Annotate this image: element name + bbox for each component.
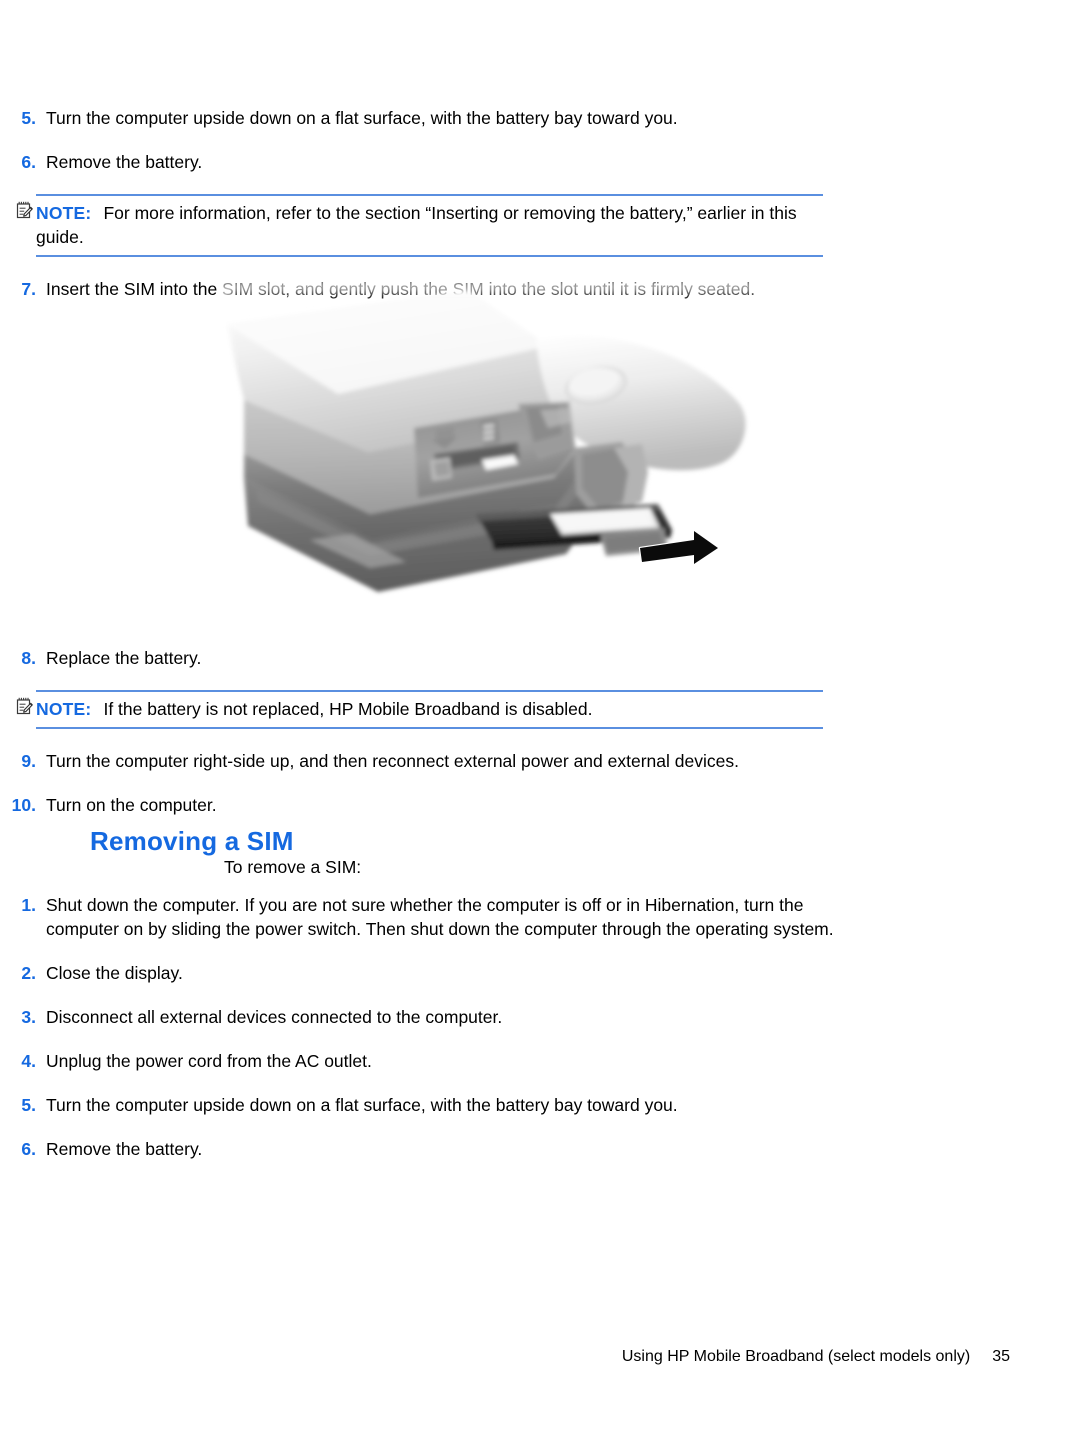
footer-chapter-title: Using HP Mobile Broadband (select models… <box>621 1348 971 1365</box>
note-box: NOTE: For more information, refer to the … <box>36 194 823 257</box>
step-number: 10. <box>11 795 36 815</box>
step-text: Turn the computer upside down on a flat … <box>46 108 678 128</box>
step-text: Replace the battery. <box>46 648 202 668</box>
step-number: 6. <box>21 1139 36 1159</box>
note-box: NOTE: If the battery is not replaced, HP … <box>36 690 823 729</box>
note-label: NOTE: <box>36 203 92 223</box>
note-text: For more information, refer to the secti… <box>36 203 797 247</box>
step-number: 5. <box>21 1095 36 1115</box>
inserting-steps-group-b: 8. Replace the battery. NOTE: If the bat… <box>0 646 1080 837</box>
note-icon-cell <box>0 194 36 219</box>
list-item: 3. Disconnect all external devices conne… <box>0 1005 1080 1029</box>
step-text: Shut down the computer. If you are not s… <box>46 895 834 939</box>
list-item: 6. Remove the battery. <box>0 1137 1080 1161</box>
note-text: If the battery is not replaced, HP Mobil… <box>103 699 593 719</box>
step-text: Unplug the power cord from the AC outlet… <box>46 1051 372 1071</box>
list-item: 2. Close the display. <box>0 961 1080 985</box>
step-text: Disconnect all external devices connecte… <box>46 1007 503 1027</box>
list-item: 6. Remove the battery. <box>0 150 1080 174</box>
list-item: 5. Turn the computer upside down on a fl… <box>0 1093 1080 1117</box>
document-page: 5. Turn the computer upside down on a fl… <box>0 0 1080 1437</box>
step-number: 7. <box>21 279 36 299</box>
step-number: 2. <box>21 963 36 983</box>
step-text: Remove the battery. <box>46 152 203 172</box>
note-label: NOTE: <box>36 699 92 719</box>
step-number: 4. <box>21 1051 36 1071</box>
step-text: Remove the battery. <box>46 1139 203 1159</box>
list-item: 10. Turn on the computer. <box>0 793 1080 817</box>
page-footer: Using HP Mobile Broadband (select models… <box>0 1348 1010 1366</box>
list-item: 5. Turn the computer upside down on a fl… <box>0 106 1080 130</box>
step-text: Close the display. <box>46 963 183 983</box>
intro-paragraph: To remove a SIM: <box>224 857 362 877</box>
removing-steps-group: 1. Shut down the computer. If you are no… <box>0 893 1080 1181</box>
note-pad-icon <box>16 697 33 715</box>
page-title: Removing a SIM <box>90 826 294 857</box>
step-number: 9. <box>21 751 36 771</box>
note-pad-icon <box>16 201 33 219</box>
list-item: 4. Unplug the power cord from the AC out… <box>0 1049 1080 1073</box>
step-number: 6. <box>21 152 36 172</box>
step-number: 5. <box>21 108 36 128</box>
step-number: 8. <box>21 648 36 668</box>
note-callout: NOTE: For more information, refer to the … <box>0 194 1080 257</box>
laptop-sim-slot-photo <box>218 282 788 627</box>
step-number: 1. <box>21 895 36 915</box>
note-callout: NOTE: If the battery is not replaced, HP … <box>0 690 1080 729</box>
step-text: Turn the computer upside down on a flat … <box>46 1095 678 1115</box>
note-icon-cell <box>0 690 36 715</box>
list-item: 9. Turn the computer right-side up, and … <box>0 749 1080 773</box>
list-item: 1. Shut down the computer. If you are no… <box>0 893 1080 941</box>
step-text: Turn the computer right-side up, and the… <box>46 751 739 771</box>
step-number: 3. <box>21 1007 36 1027</box>
footer-page-number: 35 <box>992 1348 1010 1365</box>
list-item: 8. Replace the battery. <box>0 646 1080 670</box>
step-text: Turn on the computer. <box>46 795 217 815</box>
